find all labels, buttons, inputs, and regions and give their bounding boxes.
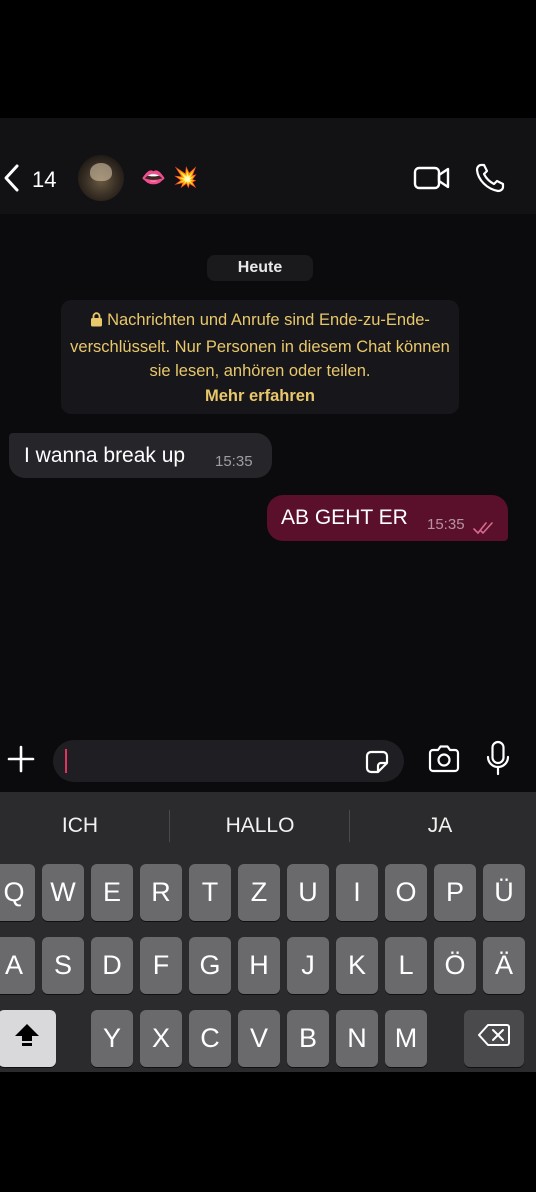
key[interactable]: B	[287, 1010, 329, 1067]
key[interactable]: E	[91, 864, 133, 921]
message-input[interactable]	[53, 740, 404, 782]
back-button[interactable]: 14	[0, 162, 56, 198]
key[interactable]: X	[140, 1010, 182, 1067]
key[interactable]: F	[140, 937, 182, 994]
key[interactable]: O	[385, 864, 427, 921]
suggestion-divider	[169, 810, 170, 842]
key[interactable]: R	[140, 864, 182, 921]
message-text: AB GEHT ER	[281, 506, 408, 529]
encryption-notice[interactable]: Nachrichten und Anrufe sind Ende-zu-Ende…	[61, 300, 459, 414]
shift-key[interactable]	[0, 1010, 56, 1067]
chat-header: 14 👄 💥	[0, 118, 536, 214]
key[interactable]: Ö	[434, 937, 476, 994]
suggestion-item[interactable]: JA	[390, 814, 490, 838]
key[interactable]: U	[287, 864, 329, 921]
phone-icon[interactable]	[474, 162, 506, 199]
chat-screen: 14 👄 💥 Heute Nachrichten und Anrufe sind…	[0, 118, 536, 1072]
suggestion-item[interactable]: HALLO	[210, 814, 310, 838]
unread-count: 14	[32, 167, 57, 192]
incoming-message[interactable]: I wanna break up 15:35	[9, 433, 272, 478]
microphone-icon[interactable]	[485, 740, 511, 783]
key[interactable]: I	[336, 864, 378, 921]
suggestion-item[interactable]: ICH	[30, 814, 130, 838]
text-caret	[65, 749, 67, 773]
camera-icon[interactable]	[427, 744, 461, 779]
encryption-notice-text: Nachrichten und Anrufe sind Ende-zu-Ende…	[70, 311, 450, 380]
message-composer	[0, 730, 536, 792]
backspace-icon	[478, 1023, 510, 1054]
contact-name-emoji-lips[interactable]: 👄	[141, 166, 166, 190]
avatar[interactable]	[78, 155, 124, 201]
chevron-left-icon	[2, 163, 22, 198]
key[interactable]: Ä	[483, 937, 525, 994]
key[interactable]: S	[42, 937, 84, 994]
key[interactable]: M	[385, 1010, 427, 1067]
backspace-key[interactable]	[464, 1010, 524, 1067]
date-separator: Heute	[207, 255, 313, 281]
key[interactable]: Z	[238, 864, 280, 921]
key[interactable]: P	[434, 864, 476, 921]
key[interactable]: Q	[0, 864, 35, 921]
key[interactable]: V	[238, 1010, 280, 1067]
read-receipt-icon	[473, 517, 495, 541]
plus-icon[interactable]	[6, 744, 36, 779]
outgoing-message[interactable]: AB GEHT ER 15:35	[267, 495, 508, 541]
shift-arrow-icon	[13, 1021, 41, 1056]
key[interactable]: D	[91, 937, 133, 994]
contact-name-emoji-collision[interactable]: 💥	[173, 166, 198, 190]
message-time: 15:35	[215, 453, 253, 470]
key[interactable]: L	[385, 937, 427, 994]
key[interactable]: G	[189, 937, 231, 994]
key[interactable]: Y	[91, 1010, 133, 1067]
key[interactable]: T	[189, 864, 231, 921]
key[interactable]: A	[0, 937, 35, 994]
key[interactable]: C	[189, 1010, 231, 1067]
key[interactable]: J	[287, 937, 329, 994]
suggestion-divider	[349, 810, 350, 842]
key[interactable]: Ü	[483, 864, 525, 921]
key[interactable]: K	[336, 937, 378, 994]
key[interactable]: H	[238, 937, 280, 994]
video-camera-icon[interactable]	[413, 162, 451, 199]
keyboard: ICH HALLO JA Q W E R T Z U I O P Ü A S D…	[0, 792, 536, 1072]
key[interactable]: W	[42, 864, 84, 921]
message-text: I wanna break up	[24, 444, 186, 467]
suggestion-bar: ICH HALLO JA	[0, 792, 536, 858]
sticker-icon[interactable]	[364, 749, 390, 780]
message-time: 15:35	[427, 516, 465, 533]
lock-icon	[90, 310, 103, 335]
learn-more-link[interactable]: Mehr erfahren	[61, 384, 459, 409]
key[interactable]: N	[336, 1010, 378, 1067]
